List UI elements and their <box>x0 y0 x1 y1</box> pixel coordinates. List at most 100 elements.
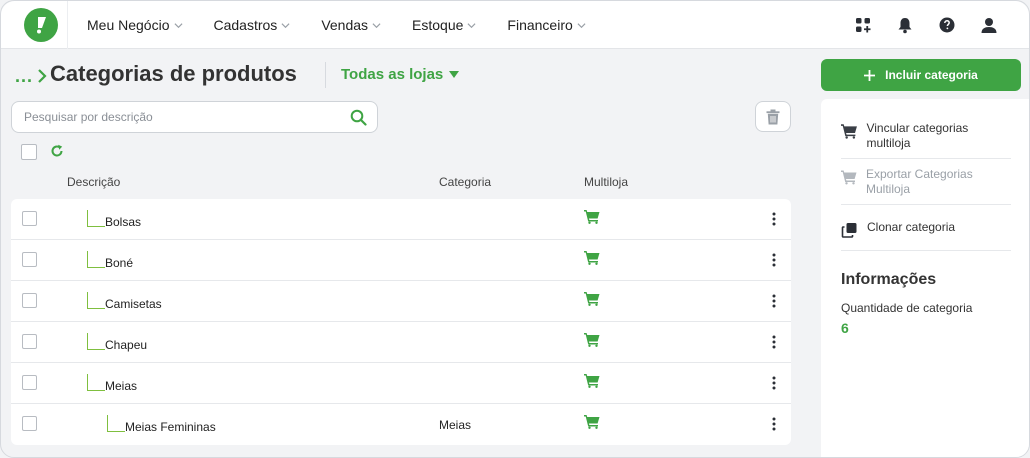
breadcrumb-ellipsis: ... <box>15 65 34 86</box>
info-title: Informações <box>841 271 937 288</box>
nav-item-cadastros[interactable]: Cadastros <box>214 17 291 33</box>
top-icons <box>831 1 999 49</box>
row-checkbox[interactable] <box>22 252 37 267</box>
clone-category-action[interactable]: Clonar categoria <box>841 220 1011 238</box>
table-row[interactable]: Chapeu <box>11 322 791 363</box>
chevron-down-icon <box>467 22 476 28</box>
side-divider <box>841 250 1011 251</box>
side-divider <box>841 158 1011 159</box>
row-category: Meias <box>439 418 472 432</box>
tree-connector <box>107 415 125 432</box>
side-divider <box>841 204 1011 205</box>
nav-item-label: Financeiro <box>507 17 573 33</box>
export-multistore-action[interactable]: Exportar Categorias Multiloja <box>841 167 1011 197</box>
nav-item-label: Meu Negócio <box>87 17 170 33</box>
row-description: Chapeu <box>105 338 148 352</box>
logo-divider <box>67 1 68 49</box>
row-checkbox[interactable] <box>22 375 37 390</box>
row-description: Meias Femininas <box>125 420 216 434</box>
select-all-checkbox[interactable] <box>21 144 37 160</box>
link-multistore-label: Vincular categorias multiloja <box>866 121 969 150</box>
categories-table: Bolsas Boné Camisetas Chapeu Meias Meias… <box>11 199 791 445</box>
chevron-down-icon <box>173 22 183 28</box>
bell-icon[interactable] <box>895 15 915 35</box>
more-options-icon[interactable] <box>770 416 778 432</box>
table-row[interactable]: Meias Femininas Meias <box>11 404 791 445</box>
user-icon[interactable] <box>979 15 999 35</box>
link-multistore-action[interactable]: Vincular categorias multiloja <box>841 121 1011 151</box>
table-row[interactable]: Bolsas <box>11 199 791 240</box>
more-options-icon[interactable] <box>770 252 778 268</box>
more-options-icon[interactable] <box>770 334 778 350</box>
tree-connector <box>87 333 105 350</box>
cart-icon <box>841 124 857 139</box>
nav-item-financeiro[interactable]: Financeiro <box>507 17 586 33</box>
brand-logo[interactable] <box>24 8 58 42</box>
add-category-button[interactable]: Incluir categoria <box>821 59 1021 91</box>
apps-add-icon[interactable] <box>853 15 873 35</box>
chevron-down-icon <box>577 22 586 28</box>
breadcrumb[interactable]: ... <box>15 63 47 89</box>
cart-icon <box>584 292 600 306</box>
category-count-value: 6 <box>841 320 849 336</box>
category-count-label: Quantidade de categoria <box>841 301 973 315</box>
nav-item-label: Vendas <box>321 17 369 33</box>
table-row[interactable]: Meias <box>11 363 791 404</box>
caret-down-icon <box>449 71 460 78</box>
nav-item-label: Cadastros <box>213 17 278 33</box>
page-title: Categorias de produtos <box>50 61 297 86</box>
more-options-icon[interactable] <box>770 211 778 227</box>
add-category-label: Incluir categoria <box>885 68 978 82</box>
cart-icon <box>584 251 600 265</box>
row-description: Boné <box>105 256 134 270</box>
nav-item-meu-negocio[interactable]: Meu Negócio <box>87 17 183 33</box>
help-icon[interactable] <box>937 15 957 35</box>
tree-connector <box>87 251 105 268</box>
more-options-icon[interactable] <box>770 375 778 391</box>
chevron-right-icon <box>38 69 47 83</box>
row-description: Bolsas <box>105 215 142 229</box>
row-checkbox[interactable] <box>22 293 37 308</box>
main-nav: Meu Negócio Cadastros Vendas Estoque Fin… <box>87 1 617 49</box>
cart-icon <box>584 374 600 388</box>
search-input[interactable] <box>24 102 344 132</box>
cart-icon <box>841 170 857 185</box>
tree-connector <box>87 292 105 309</box>
column-header-category: Categoria <box>439 175 492 189</box>
chevron-down-icon <box>281 22 290 28</box>
store-select-value: Todas as lojas <box>341 66 444 83</box>
cart-icon <box>584 415 600 429</box>
refresh-icon[interactable] <box>50 144 64 158</box>
delete-selected-button[interactable] <box>755 101 791 132</box>
tree-connector <box>87 210 105 227</box>
clone-icon <box>841 223 857 238</box>
clone-category-label: Clonar categoria <box>867 220 956 234</box>
more-options-icon[interactable] <box>770 293 778 309</box>
search-icon[interactable] <box>350 109 367 126</box>
row-checkbox[interactable] <box>22 211 37 226</box>
trash-icon <box>766 109 780 124</box>
cart-icon <box>584 210 600 224</box>
column-header-multistore: Multiloja <box>584 175 629 189</box>
store-select[interactable]: Todas as lojas <box>341 66 460 83</box>
top-navbar: Meu Negócio Cadastros Vendas Estoque Fin… <box>1 1 1029 49</box>
nav-item-estoque[interactable]: Estoque <box>412 17 476 33</box>
column-header-description: Descrição <box>67 175 121 189</box>
app-frame: Meu Negócio Cadastros Vendas Estoque Fin… <box>0 0 1030 458</box>
nav-item-vendas[interactable]: Vendas <box>321 17 381 33</box>
tree-connector <box>87 374 105 391</box>
table-row[interactable]: Camisetas <box>11 281 791 322</box>
row-description: Camisetas <box>105 297 162 311</box>
nav-item-label: Estoque <box>412 17 464 33</box>
plus-icon <box>864 69 876 81</box>
chevron-down-icon <box>372 22 381 28</box>
side-panel: Vincular categorias multiloja Exportar C… <box>821 99 1029 457</box>
row-description: Meias <box>105 379 138 393</box>
export-multistore-label: Exportar Categorias Multiloja <box>866 167 973 196</box>
row-checkbox[interactable] <box>22 334 37 349</box>
cart-icon <box>584 333 600 347</box>
search-box <box>11 101 378 133</box>
table-row[interactable]: Boné <box>11 240 791 281</box>
logo-mark-icon <box>37 17 46 34</box>
row-checkbox[interactable] <box>22 416 37 431</box>
